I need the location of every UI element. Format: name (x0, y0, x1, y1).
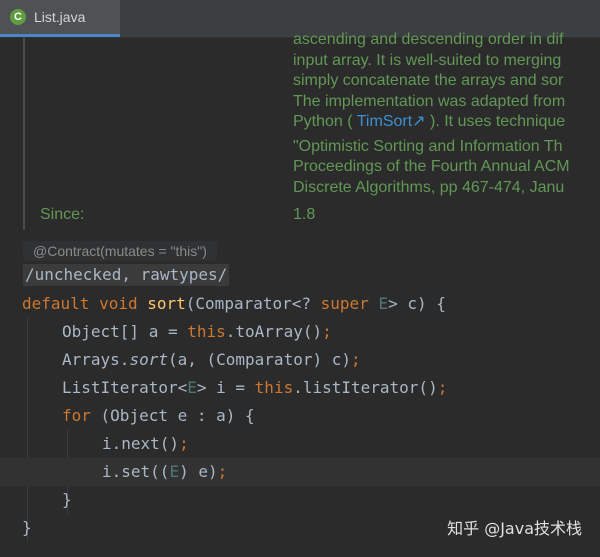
keyword: this (187, 322, 226, 341)
code-token: > c) { (388, 294, 446, 313)
code-token: (Comparator<? (185, 294, 321, 313)
code-token: i.set(( (102, 462, 170, 481)
closing-brace: } (62, 490, 72, 509)
method-name: sort (147, 294, 186, 313)
code-token: i.next() (102, 434, 180, 453)
semicolon: ; (217, 462, 228, 481)
doc-line: Discrete Algorithms, pp 467-474, Janu (293, 178, 565, 196)
timsort-link[interactable]: TimSort (357, 113, 412, 130)
rendered-javadoc: ascending and descending order in dif in… (0, 31, 600, 230)
closing-brace: } (22, 518, 32, 537)
javadoc-text: ascending and descending order in dif in… (293, 30, 600, 198)
tab-list-java[interactable]: C List.java (0, 0, 120, 37)
type-parameter: E (187, 378, 197, 397)
doc-line: The implementation was adapted from (293, 92, 566, 110)
suppress-warnings-fold[interactable]: /unchecked, rawtypes/ (23, 264, 230, 286)
code-line[interactable]: ListIterator<E> i = this.listIterator(); (62, 374, 600, 402)
code-line[interactable]: } (62, 486, 600, 514)
java-class-icon: C (10, 9, 26, 25)
doc-line: Python ( TimSort↗ ). It uses technique (293, 112, 600, 133)
indent-guide (27, 318, 28, 542)
current-code-line[interactable]: i.set((E) e); (0, 458, 600, 486)
semicolon: ; (179, 434, 189, 453)
code-line[interactable]: Arrays.sort(a, (Comparator) c); (62, 346, 600, 374)
doc-line: Proceedings of the Fourth Annual ACM (293, 158, 570, 175)
code-line[interactable]: Object[] a = this.toArray(); (62, 318, 600, 346)
code-token: (a, (Comparator) c) (167, 350, 351, 369)
doc-line: input array. It is well-suited to mergin… (293, 51, 562, 69)
code-token: Object[] a = (62, 322, 188, 341)
keyword: this (254, 378, 294, 397)
code-line[interactable]: for (Object e : a) { (62, 402, 600, 430)
type-parameter: E (169, 462, 180, 481)
code-token: Arrays. (62, 350, 130, 369)
code-token: > i = (196, 378, 255, 397)
static-method: sort (129, 350, 168, 369)
semicolon: ; (322, 322, 332, 341)
keyword: for (62, 406, 91, 425)
since-label: Since: (40, 206, 85, 223)
since-value: 1.8 (293, 206, 316, 223)
semicolon: ; (351, 350, 361, 369)
tab-label: List.java (34, 9, 86, 25)
doc-line: "Optimistic Sorting and Information Th (293, 137, 563, 155)
code-editor[interactable]: ascending and descending order in dif in… (0, 31, 600, 557)
keyword: default (22, 294, 90, 313)
keyword: super (320, 294, 369, 313)
code-token: ) e) (179, 462, 218, 481)
javadoc-gutter-bar (23, 38, 25, 230)
code-token: .listIterator() (293, 378, 438, 397)
code-line[interactable]: default void sort(Comparator<? super E> … (22, 290, 600, 318)
external-link-icon: ↗ (412, 113, 426, 130)
type-parameter: E (378, 294, 389, 313)
doc-line: ascending and descending order in dif (293, 31, 564, 48)
code-token: (Object e : a) { (90, 406, 255, 425)
doc-line: simply concatenate the arrays and sor (293, 72, 564, 89)
doc-text-segment: ). It uses technique (430, 113, 566, 130)
keyword: void (99, 294, 138, 313)
code-token: ListIterator< (62, 378, 188, 397)
doc-text-segment: Python ( (293, 113, 353, 130)
code-token: .toArray() (225, 322, 323, 341)
contract-inlay-hint[interactable]: @Contract(mutates = "this") (23, 241, 217, 261)
watermark: 知乎 @Java技术栈 (447, 519, 582, 538)
semicolon: ; (437, 378, 448, 397)
code-line[interactable]: i.next(); (102, 430, 600, 458)
